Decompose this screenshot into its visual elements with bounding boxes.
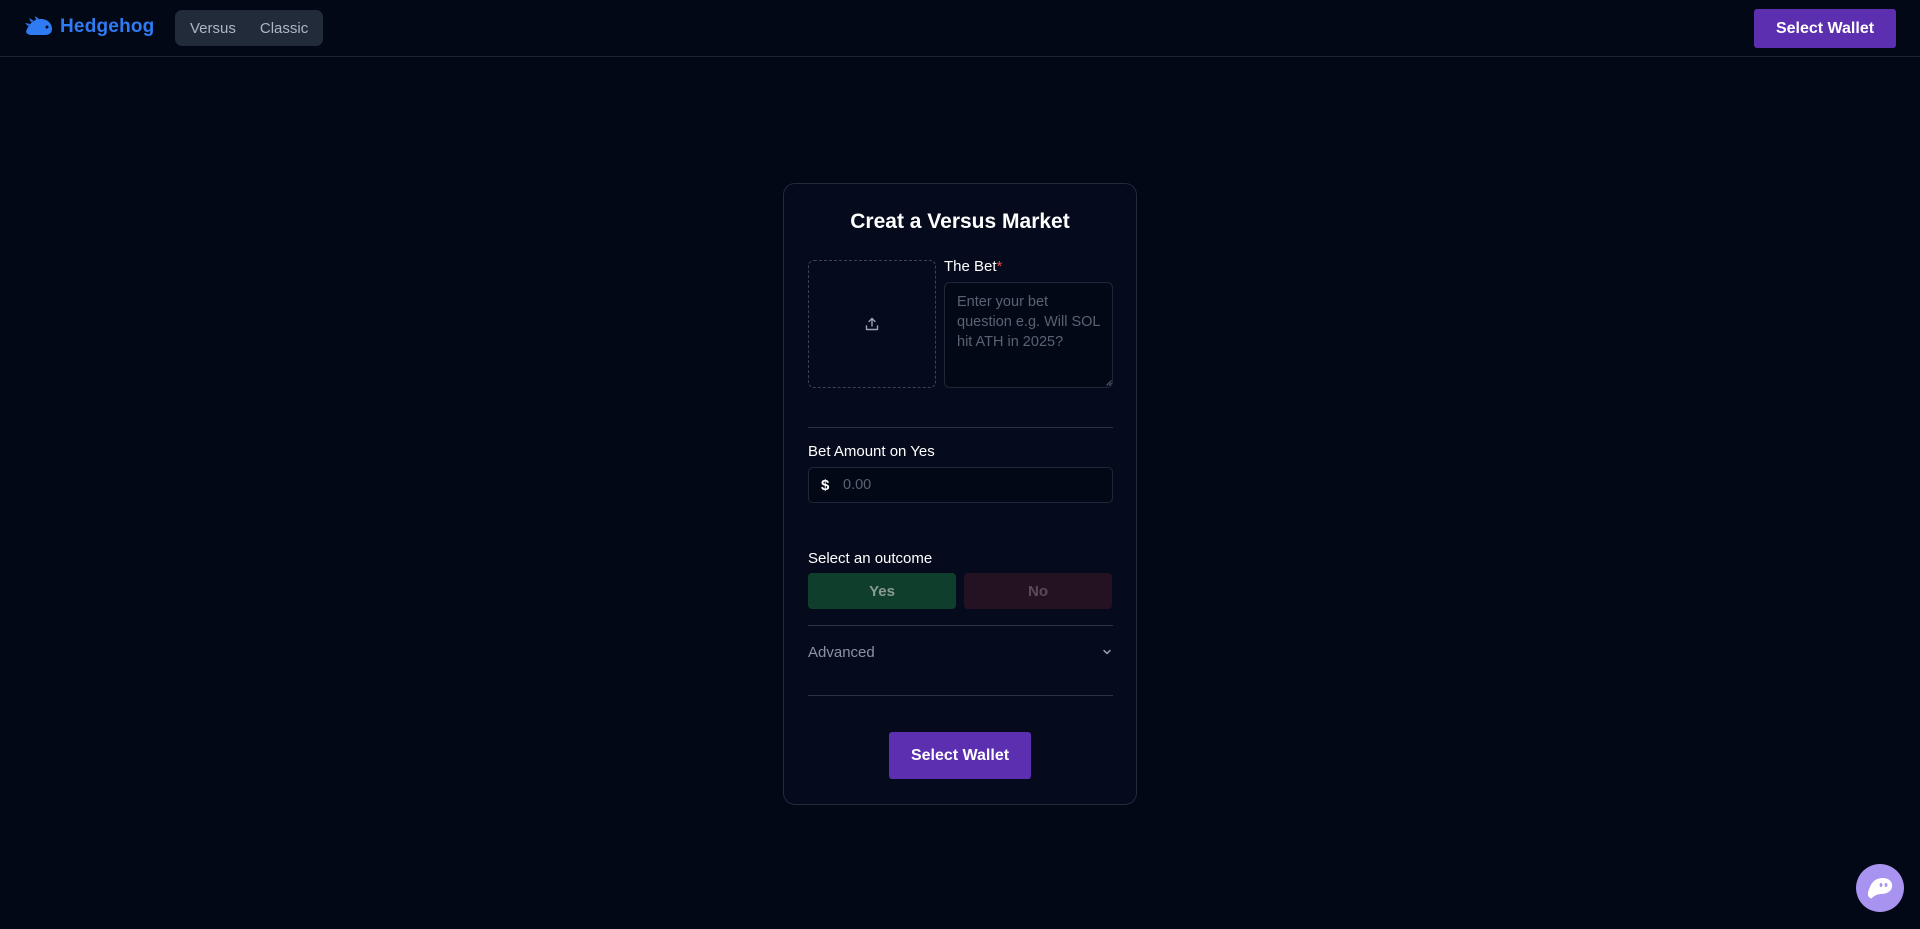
- bet-label-text: The Bet: [944, 258, 997, 275]
- chat-ghost-icon: [1867, 878, 1893, 899]
- outcome-label: Select an outcome: [808, 550, 933, 567]
- top-navigation-bar: Hedgehog Versus Classic Select Wallet: [0, 0, 1920, 57]
- advanced-section-toggle[interactable]: Advanced: [808, 626, 1113, 678]
- upload-icon: [865, 317, 879, 331]
- advanced-label: Advanced: [808, 643, 875, 661]
- image-upload-dropzone[interactable]: [808, 260, 936, 388]
- brand-logo[interactable]: Hedgehog: [24, 16, 155, 38]
- market-type-tabs: Versus Classic: [175, 10, 323, 46]
- outcome-no-button[interactable]: No: [964, 573, 1112, 609]
- chat-support-button[interactable]: [1856, 864, 1904, 912]
- bet-amount-field[interactable]: $: [808, 467, 1113, 503]
- bet-amount-label: Bet Amount on Yes: [808, 443, 935, 460]
- brand-name: Hedgehog: [60, 16, 155, 37]
- bet-question-input[interactable]: [944, 282, 1113, 388]
- hedgehog-logo-icon: [25, 16, 52, 35]
- tab-versus[interactable]: Versus: [181, 12, 245, 45]
- textarea-resize-handle-icon[interactable]: [1106, 380, 1112, 386]
- bet-amount-input[interactable]: [843, 477, 1103, 493]
- select-wallet-submit-button[interactable]: Select Wallet: [889, 732, 1031, 779]
- bet-label: The Bet*: [944, 258, 1002, 275]
- tab-classic[interactable]: Classic: [251, 12, 317, 45]
- chevron-down-icon: [1103, 649, 1111, 655]
- page-title: Creat a Versus Market: [850, 210, 1070, 233]
- currency-symbol: $: [821, 476, 830, 494]
- section-divider: [808, 695, 1113, 696]
- select-wallet-button[interactable]: Select Wallet: [1754, 9, 1896, 48]
- section-divider: [808, 427, 1113, 428]
- required-mark: *: [996, 258, 1003, 275]
- outcome-yes-button[interactable]: Yes: [808, 573, 956, 609]
- create-market-card: Creat a Versus Market The Bet* Bet Amoun…: [783, 183, 1137, 805]
